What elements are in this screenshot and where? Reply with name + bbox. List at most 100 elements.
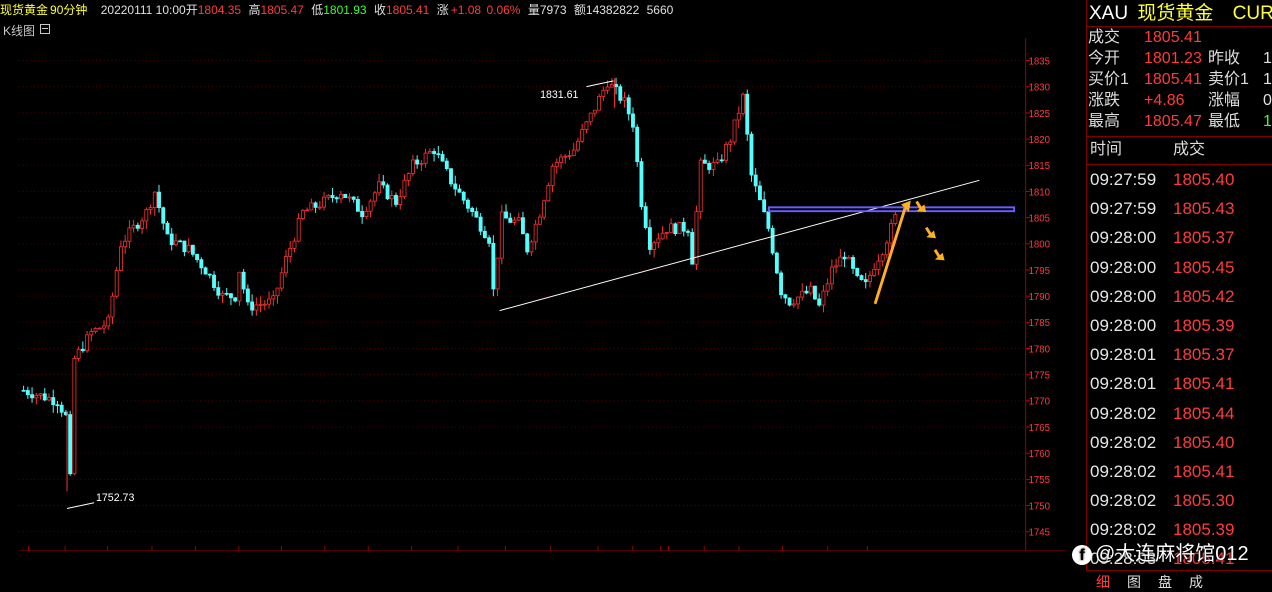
candle: [368, 199, 373, 218]
candle: [618, 84, 623, 104]
candle: [563, 154, 568, 164]
quote-label: 涨幅: [1208, 92, 1241, 109]
tick-row[interactable]: 09:28:02 1805.41: [1087, 457, 1272, 486]
tick-row[interactable]: 09:28:02 1805.44: [1087, 399, 1272, 428]
candle: [275, 287, 280, 304]
open-label: 开: [185, 3, 198, 17]
candle: [169, 228, 174, 251]
candle: [868, 271, 872, 288]
tick-row[interactable]: 09:28:01 1805.41: [1087, 369, 1272, 398]
change-value: +1.08: [450, 3, 482, 17]
candlestick-chart[interactable]: 1835 1830 1825 1820 1815 1810 1805 1800 1795 1790…: [0, 21, 1085, 551]
candle: [364, 206, 369, 220]
candle: [394, 192, 398, 208]
tick-row[interactable]: 09:28:02 1805.40: [1087, 428, 1272, 457]
volume-label: 量: [527, 3, 540, 17]
low-value: 1801.93: [323, 3, 367, 17]
volume-value: 7973: [539, 3, 567, 17]
tick-price: 1805.41: [1173, 461, 1235, 481]
candle: [863, 272, 868, 289]
tick-row[interactable]: 09:27:59 1805.40: [1087, 165, 1272, 194]
price-tick-label: 1785: [1029, 318, 1050, 329]
tick-row[interactable]: 09:28:00 1805.42: [1087, 282, 1272, 311]
change-percent: 0.06%: [486, 3, 521, 17]
panel-tab[interactable]: 成: [1189, 572, 1203, 592]
price-tick-label: 1745: [1029, 528, 1050, 539]
panel-tab[interactable]: 细: [1096, 572, 1110, 592]
quote-value: 1801.23: [1144, 50, 1202, 67]
tick-row[interactable]: 09:28:00 1805.39: [1087, 311, 1272, 340]
candle: [698, 157, 703, 220]
low-marker-line: [66, 502, 95, 509]
tick-row[interactable]: 09:28:00 1805.45: [1087, 253, 1272, 282]
candle: [106, 314, 111, 330]
price-tick-label: 1780: [1029, 344, 1050, 355]
tick-row[interactable]: 09:28:00 1805.37: [1087, 223, 1272, 252]
chart-grid: [18, 38, 1067, 551]
up-arrow-icon: [873, 200, 911, 305]
candle: [355, 196, 360, 212]
tick-price: 1805.41: [1173, 374, 1235, 394]
quote-label: 最高: [1088, 113, 1121, 130]
tick-row[interactable]: 09:28:02 1805.30: [1087, 486, 1272, 515]
candle: [97, 327, 102, 330]
support-trendline[interactable]: [499, 179, 980, 312]
candle: [669, 218, 673, 233]
candle: [576, 137, 580, 152]
candle: [165, 220, 170, 235]
price-tick-label: 1755: [1029, 475, 1050, 486]
candle: [741, 92, 745, 117]
chart-period[interactable]: 90分钟: [50, 3, 87, 17]
candle: [715, 152, 720, 165]
candle: [195, 253, 200, 263]
candle: [381, 175, 386, 189]
candle: [123, 234, 128, 255]
resistance-zone[interactable]: [767, 206, 1016, 213]
candle: [461, 190, 466, 205]
candle: [385, 183, 390, 200]
candle: [25, 386, 30, 399]
tick-time: 09:28:00: [1090, 228, 1157, 248]
price-tick-label: 1770: [1029, 397, 1050, 408]
candle: [537, 214, 542, 225]
price-tick-label: 1795: [1029, 266, 1050, 277]
tick-time: 09:28:00: [1090, 257, 1157, 277]
candle: [229, 292, 233, 306]
candle: [80, 341, 85, 353]
candle: [398, 188, 403, 210]
candle: [694, 205, 699, 270]
tick-row[interactable]: 09:28:01 1805.37: [1087, 340, 1272, 369]
candle: [360, 205, 365, 224]
price-tick-label: 1775: [1029, 371, 1050, 382]
candle: [504, 204, 508, 219]
tick-time-header: 时间: [1090, 141, 1123, 158]
candle: [432, 148, 437, 162]
quote-label: 昨收: [1208, 50, 1241, 67]
tick-time: 09:28:01: [1090, 345, 1157, 365]
panel-tab[interactable]: 盘: [1158, 572, 1172, 592]
tick-row[interactable]: 09:27:59 1805.43: [1087, 194, 1272, 223]
price-tick-label: 1765: [1029, 423, 1050, 434]
candle: [825, 278, 830, 296]
candle: [343, 193, 348, 199]
candle: [102, 320, 106, 334]
tick-time: 09:28:02: [1090, 491, 1157, 511]
panel-tab[interactable]: 图: [1127, 572, 1141, 592]
candle: [440, 150, 445, 162]
quote-value: 1: [1263, 113, 1272, 130]
candle: [59, 401, 64, 417]
candle: [284, 250, 288, 278]
candle: [478, 212, 483, 236]
candle: [787, 297, 792, 307]
candle: [770, 225, 775, 256]
tick-list[interactable]: 09:27:59 1805.40 09:27:59 1805.43 09:28:00 18…: [1087, 165, 1272, 574]
tick-price: 1805.45: [1173, 257, 1235, 277]
quote-row: 涨跌 +4.86 涨幅 0: [1087, 90, 1272, 111]
candle: [499, 204, 504, 265]
candle: [237, 271, 242, 306]
candle: [436, 145, 441, 159]
candle: [529, 239, 534, 257]
quote-table: 成交 1805.41 今开 1801.23 昨收 1 买价1 1805.41 卖价1 1 涨跌 +4.…: [1087, 27, 1272, 132]
candle: [677, 221, 682, 235]
price-tick-label: 1815: [1029, 161, 1050, 172]
